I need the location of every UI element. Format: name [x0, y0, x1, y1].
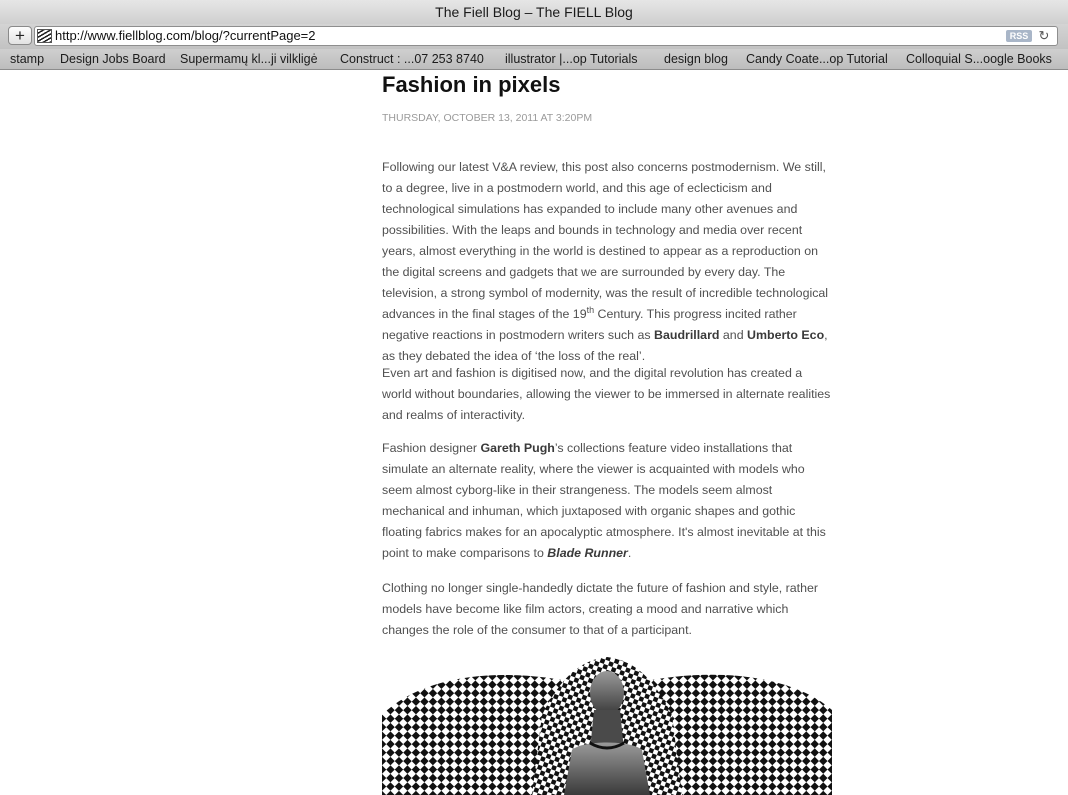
post-paragraph-3: Fashion designer Gareth Pugh’s collectio… — [382, 438, 834, 564]
add-bookmark-button[interactable]: + — [8, 26, 32, 45]
browser-toolbar: + http://www.fiellblog.com/blog/?current… — [0, 24, 1068, 49]
name-gareth-pugh: Gareth Pugh — [480, 441, 555, 455]
paragraph-text: Fashion designer — [382, 441, 481, 455]
post-paragraph-2: Even art and fashion is digitised now, a… — [382, 366, 831, 422]
paragraph-text: and — [719, 328, 748, 342]
post-date: THURSDAY, OCTOBER 13, 2011 AT 3:20PM — [382, 112, 593, 124]
site-favicon-icon — [37, 29, 52, 43]
paragraph-text: ’s collections feature video installatio… — [382, 441, 826, 560]
name-umberto-eco: Umberto Eco — [747, 328, 825, 342]
bookmark-supermamu[interactable]: Supermamų kl...ji vilkligė — [180, 49, 318, 69]
post-title[interactable]: Fashion in pixels — [382, 72, 560, 98]
bookmark-design-blog[interactable]: design blog — [664, 49, 728, 69]
rss-button[interactable]: RSS — [1006, 30, 1032, 42]
post-paragraph-4: Clothing no longer single-handedly dicta… — [382, 581, 819, 637]
post-paragraph-1: Following our latest V&A review, this po… — [382, 157, 834, 367]
address-bar[interactable]: http://www.fiellblog.com/blog/?currentPa… — [34, 26, 1058, 46]
bookmark-illustrator[interactable]: illustrator |...op Tutorials — [505, 49, 637, 69]
bookmark-construct[interactable]: Construct : ...07 253 8740 — [340, 49, 484, 69]
superscript: th — [586, 304, 595, 315]
paragraph-text: . — [627, 546, 632, 560]
post-image — [382, 655, 832, 795]
url-text[interactable]: http://www.fiellblog.com/blog/?currentPa… — [55, 27, 316, 45]
reload-icon[interactable]: ↻ — [1037, 28, 1051, 44]
bookmark-stamp[interactable]: stamp — [10, 49, 44, 69]
paragraph-text: Following our latest V&A review, this po… — [382, 160, 829, 321]
name-baudrillard: Baudrillard — [654, 328, 720, 342]
bookmark-colloquial[interactable]: Colloquial S...oogle Books — [906, 49, 1052, 69]
film-title: Blade Runner — [547, 546, 628, 560]
window-title: The Fiell Blog – The FIELL Blog — [0, 0, 1068, 24]
bookmark-design-jobs-board[interactable]: Design Jobs Board — [60, 49, 166, 69]
bookmarks-bar: stamp Design Jobs Board Supermamų kl...j… — [0, 49, 1068, 70]
bookmark-candy-coated[interactable]: Candy Coate...op Tutorial — [746, 49, 888, 69]
